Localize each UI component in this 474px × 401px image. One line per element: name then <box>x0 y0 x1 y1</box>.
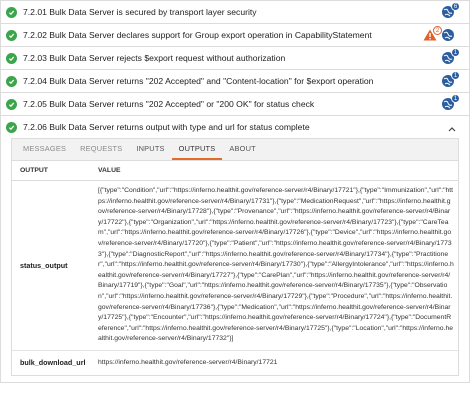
test-title: 7.2.05 Bulk Data Server returns "202 Acc… <box>23 99 315 109</box>
pass-check-icon <box>6 6 17 18</box>
request-count-badge: 1 <box>451 48 460 57</box>
warning-icon[interactable]: 2 <box>423 26 442 41</box>
test-row-7-2-01[interactable]: 7.2.01 Bulk Data Server is secured by tr… <box>1 0 469 23</box>
tab-inputs[interactable]: INPUTS <box>129 144 171 160</box>
globe-requests-icon[interactable]: 1 <box>441 71 460 88</box>
globe-requests-icon[interactable]: 1 <box>441 94 460 111</box>
test-row-7-2-03[interactable]: 7.2.03 Bulk Data Server rejects $export … <box>1 46 469 69</box>
output-value: [{"type":"Condition","url":"https://infe… <box>98 187 454 343</box>
request-count-badge: 6 <box>451 2 460 11</box>
test-list: 7.2.01 Bulk Data Server is secured by tr… <box>0 0 470 383</box>
test-details-panel: MESSAGES REQUESTS INPUTS OUTPUTS ABOUT O… <box>11 138 459 376</box>
test-row-7-2-05[interactable]: 7.2.05 Bulk Data Server returns "202 Acc… <box>1 92 469 115</box>
output-value: https://inferno.healthit.gov/reference-s… <box>98 358 278 366</box>
globe-requests-icon[interactable] <box>441 28 455 42</box>
details-tabs: MESSAGES REQUESTS INPUTS OUTPUTS ABOUT <box>12 139 458 161</box>
outputs-table-header: OUTPUT VALUE <box>12 161 458 181</box>
tab-about[interactable]: ABOUT <box>222 144 262 160</box>
test-row-7-2-06[interactable]: 7.2.06 Bulk Data Server returns output w… <box>1 115 469 138</box>
pass-check-icon <box>6 121 17 133</box>
test-title: 7.2.06 Bulk Data Server returns output w… <box>23 122 310 132</box>
test-title: 7.2.01 Bulk Data Server is secured by tr… <box>23 7 257 17</box>
tab-messages[interactable]: MESSAGES <box>16 144 73 160</box>
pass-check-icon <box>6 75 17 87</box>
pass-check-icon <box>6 98 17 110</box>
globe-requests-icon[interactable]: 1 <box>441 48 460 65</box>
test-row-7-2-02[interactable]: 7.2.02 Bulk Data Server declares support… <box>1 23 469 46</box>
output-name: status_output <box>20 260 68 270</box>
column-header-output: OUTPUT <box>20 167 48 174</box>
tab-requests[interactable]: REQUESTS <box>73 144 129 160</box>
test-row-7-2-04[interactable]: 7.2.04 Bulk Data Server returns "202 Acc… <box>1 69 469 92</box>
column-header-value: VALUE <box>98 167 121 174</box>
table-row: status_output [{"type":"Condition","url"… <box>12 181 458 351</box>
test-title: 7.2.03 Bulk Data Server rejects $export … <box>23 53 286 63</box>
tab-outputs[interactable]: OUTPUTS <box>171 144 223 160</box>
globe-requests-icon[interactable]: 6 <box>441 2 460 19</box>
pass-check-icon <box>6 52 17 64</box>
test-title: 7.2.02 Bulk Data Server declares support… <box>23 30 372 40</box>
request-count-badge: 1 <box>451 71 460 80</box>
table-row: bulk_download_url https://inferno.health… <box>12 351 458 375</box>
request-count-badge: 1 <box>451 94 460 103</box>
test-title: 7.2.04 Bulk Data Server returns "202 Acc… <box>23 76 374 86</box>
output-name: bulk_download_url <box>20 358 86 368</box>
chevron-up-icon[interactable] <box>448 124 456 134</box>
pass-check-icon <box>6 29 17 41</box>
